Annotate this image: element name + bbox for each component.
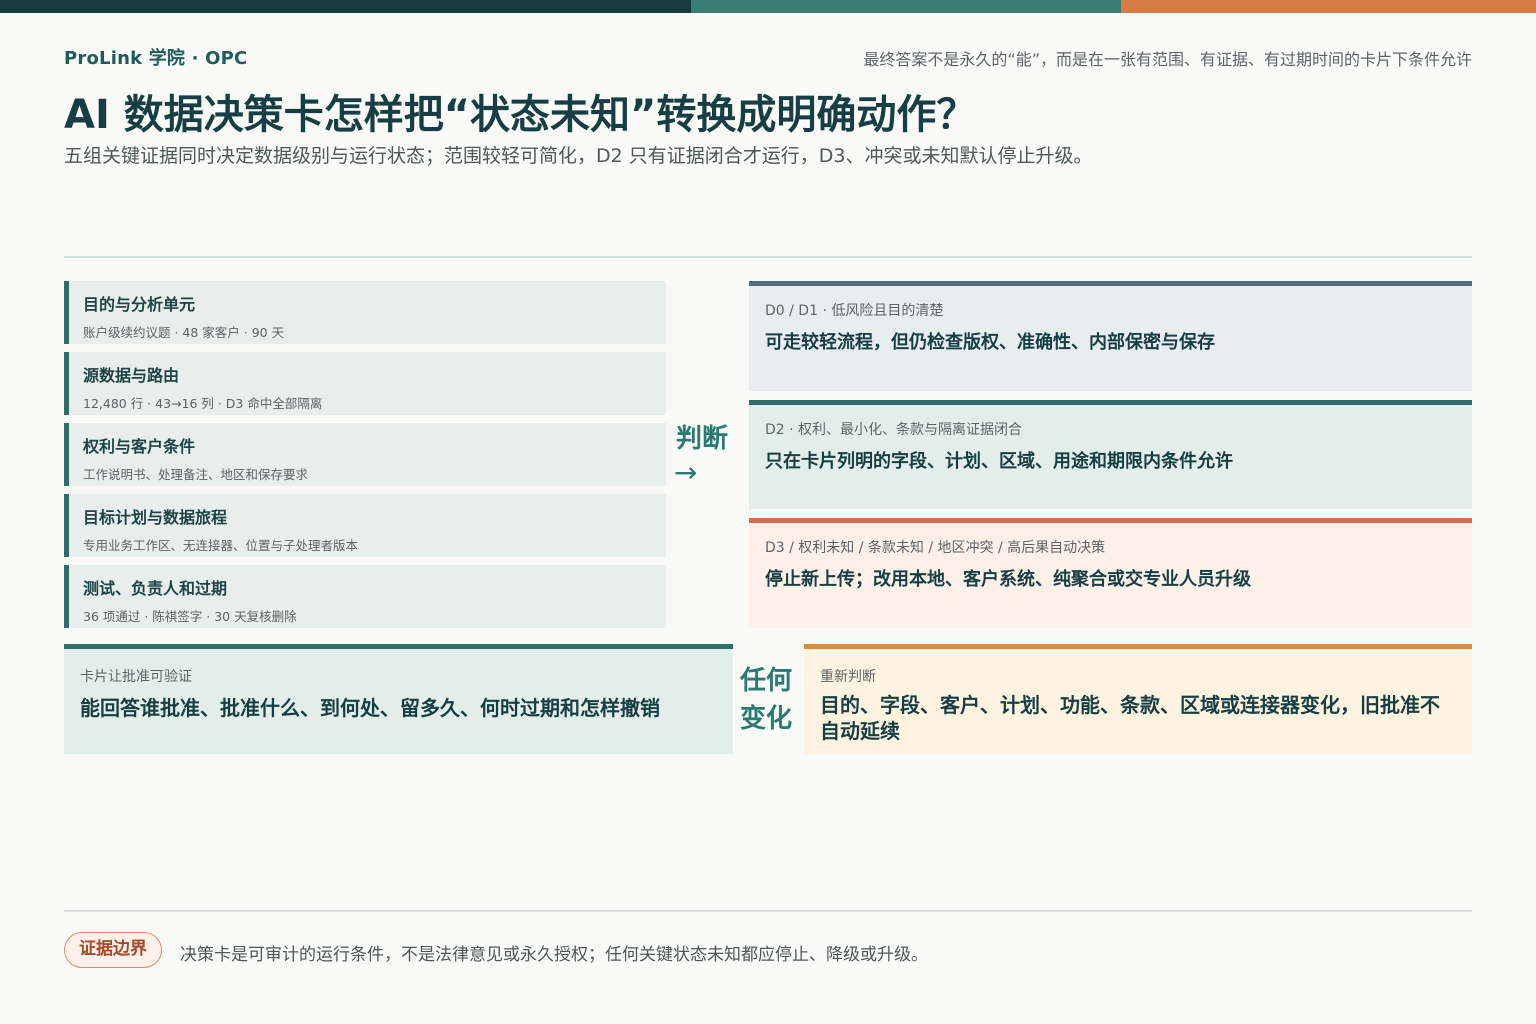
evidence-title: 测试、负责人和过期 [83, 579, 228, 598]
divider-top [64, 256, 1472, 258]
outcome-card-d0-d1: D0 / D1 · 低风险且目的清楚 可走较轻流程，但仍检查版权、准确性、内部保… [749, 281, 1472, 391]
evidence-detail: 账户级续约议题 · 48 家客户 · 90 天 [83, 325, 285, 340]
evidence-detail: 36 项通过 · 陈祺签字 · 30 天复核删除 [83, 609, 297, 624]
evidence-card-purpose: 目的与分析单元 账户级续约议题 · 48 家客户 · 90 天 [64, 281, 666, 344]
change-label: 任何变化 [740, 666, 793, 734]
outcome-card-d2: D2 · 权利、最小化、条款与隔离证据闭合 只在卡片列明的字段、计划、区域、用途… [749, 400, 1472, 509]
evidence-list: 目的与分析单元 账户级续约议题 · 48 家客户 · 90 天 源数据与路由 1… [64, 281, 666, 636]
judge-label: 判断 [676, 424, 729, 454]
top-bar-segment-orange [1121, 0, 1536, 13]
outcome-condition: D2 · 权利、最小化、条款与隔离证据闭合 [765, 422, 1023, 438]
rejudge-panel: 重新判断 目的、字段、客户、计划、功能、条款、区域或连接器变化，旧批准不自动延续 [804, 644, 1472, 754]
card-value-label: 卡片让批准可验证 [80, 669, 192, 685]
evidence-detail: 12,480 行 · 43→16 列 · D3 命中全部隔离 [83, 396, 323, 411]
evidence-card-source: 源数据与路由 12,480 行 · 43→16 列 · D3 命中全部隔离 [64, 352, 666, 415]
page-subtitle: 五组关键证据同时决定数据级别与运行状态；范围较轻可简化，D2 只有证据闭合才运行… [64, 145, 1093, 167]
footer-note: 决策卡是可审计的运行条件，不是法律意见或永久授权；任何关键状态未知都应停止、降级… [180, 945, 928, 965]
card-value-panel: 卡片让批准可验证 能回答谁批准、批准什么、到何处、留多久、何时过期和怎样撤销 [64, 644, 733, 754]
outcome-condition: D3 / 权利未知 / 条款未知 / 地区冲突 / 高后果自动决策 [765, 540, 1106, 556]
outcome-condition: D0 / D1 · 低风险且目的清楚 [765, 303, 944, 319]
evidence-title: 权利与客户条件 [83, 437, 196, 456]
evidence-boundary-badge: 证据边界 [64, 932, 162, 968]
divider-bottom [64, 910, 1472, 912]
rejudge-label: 重新判断 [820, 669, 876, 685]
top-bar-segment-teal [691, 0, 1121, 13]
outcome-action: 只在卡片列明的字段、计划、区域、用途和期限内条件允许 [765, 451, 1233, 472]
evidence-detail: 工作说明书、处理备注、地区和保存要求 [83, 467, 309, 482]
arrow-right-icon: → [674, 456, 698, 489]
rejudge-text: 目的、字段、客户、计划、功能、条款、区域或连接器变化，旧批准不自动延续 [820, 693, 1440, 743]
evidence-title: 目的与分析单元 [83, 295, 196, 314]
top-bar-segment-dark [0, 0, 691, 13]
evidence-title: 目标计划与数据旅程 [83, 508, 228, 527]
evidence-title: 源数据与路由 [83, 366, 180, 385]
tagline: 最终答案不是永久的“能”，而是在一张有范围、有证据、有过期时间的卡片下条件允许 [863, 50, 1472, 69]
page-title: AI 数据决策卡怎样把“状态未知”转换成明确动作？ [64, 92, 977, 138]
outcome-card-d3: D3 / 权利未知 / 条款未知 / 地区冲突 / 高后果自动决策 停止新上传；… [749, 518, 1472, 628]
outcome-action: 可走较轻流程，但仍检查版权、准确性、内部保密与保存 [765, 332, 1215, 353]
outcome-action: 停止新上传；改用本地、客户系统、纯聚合或交专业人员升级 [765, 569, 1251, 590]
evidence-detail: 专用业务工作区、无连接器、位置与子处理者版本 [83, 538, 359, 553]
evidence-card-rights: 权利与客户条件 工作说明书、处理备注、地区和保存要求 [64, 423, 666, 486]
evidence-card-testing: 测试、负责人和过期 36 项通过 · 陈祺签字 · 30 天复核删除 [64, 565, 666, 628]
card-value-text: 能回答谁批准、批准什么、到何处、留多久、何时过期和怎样撤销 [80, 696, 660, 720]
top-color-bar [0, 0, 1536, 13]
brand-label: ProLink 学院 · OPC [64, 48, 248, 69]
evidence-card-plan: 目标计划与数据旅程 专用业务工作区、无连接器、位置与子处理者版本 [64, 494, 666, 557]
